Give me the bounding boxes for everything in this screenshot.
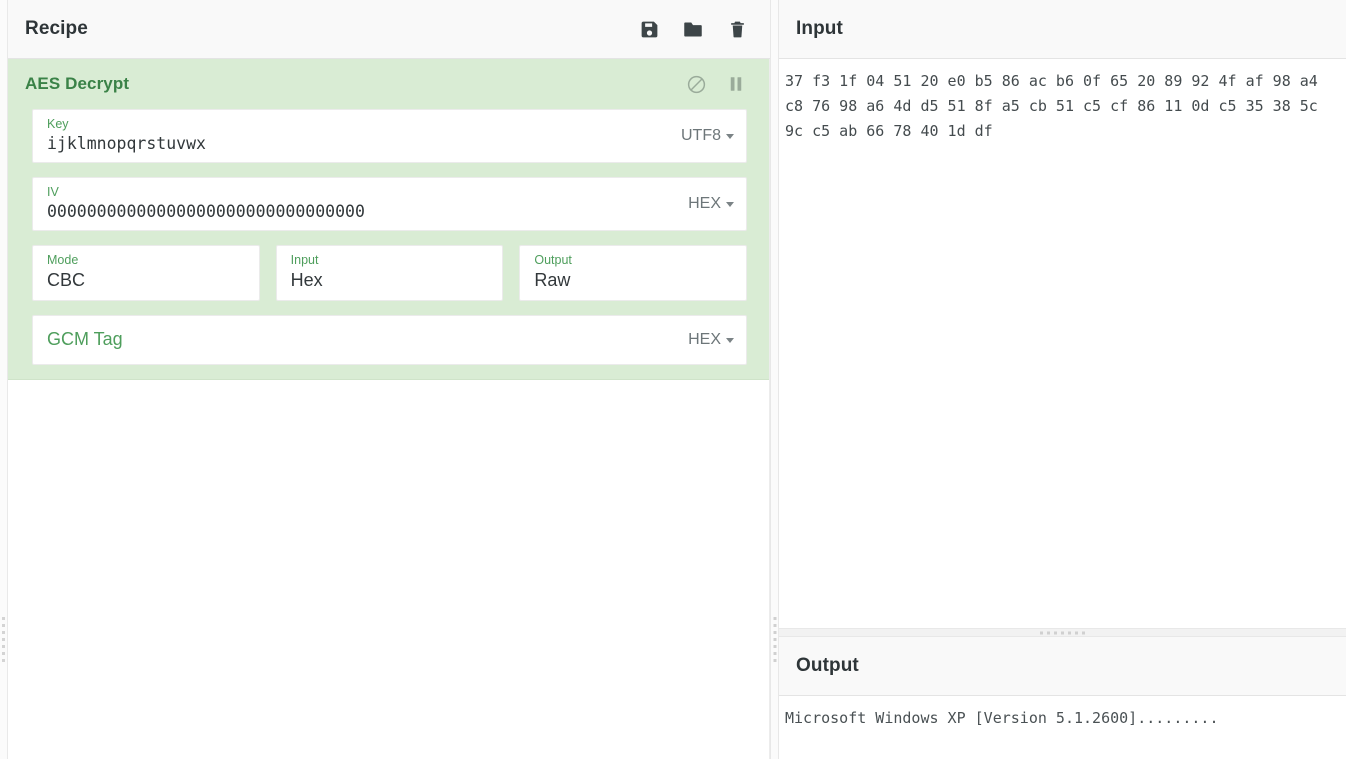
save-icon[interactable] <box>638 17 660 41</box>
arg-row-mode-input-output: Mode CBC Input Hex Output Raw <box>8 245 769 301</box>
operation-controls <box>685 73 747 95</box>
folder-icon[interactable] <box>682 17 704 41</box>
recipe-controls <box>638 17 748 41</box>
splitter-grip <box>773 617 776 663</box>
trash-icon[interactable] <box>726 17 748 41</box>
mode-field[interactable]: Mode CBC <box>32 245 260 301</box>
disable-operation-icon[interactable] <box>685 73 707 95</box>
output-type-field[interactable]: Output Raw <box>519 245 748 301</box>
recipe-title: Recipe <box>25 18 88 39</box>
output-title-bar: Output <box>779 637 1346 696</box>
key-field[interactable]: Key ijklmnopqrstuvwx UTF8 <box>32 109 747 163</box>
recipe-title-bar: Recipe <box>8 0 770 59</box>
output-type-value[interactable]: Raw <box>534 269 734 292</box>
iv-value[interactable]: 00000000000000000000000000000000 <box>47 201 672 222</box>
operation-title: AES Decrypt <box>25 74 130 93</box>
input-title: Input <box>796 18 843 39</box>
chevron-down-icon <box>726 133 734 139</box>
iv-label: IV <box>47 185 59 199</box>
cyberchef-app: Recipe AES Decrypt Key ijklmnopqrstuvwx … <box>0 0 1346 759</box>
operation-header: AES Decrypt <box>8 59 769 109</box>
recipe-pane: Recipe AES Decrypt Key ijklmnopqrstuvwx … <box>8 0 770 759</box>
input-type-value[interactable]: Hex <box>291 269 491 292</box>
input-type-field[interactable]: Input Hex <box>275 245 504 301</box>
splitter-grip <box>2 617 5 663</box>
left-gutter-splitter[interactable] <box>0 0 8 759</box>
gcm-tag-field[interactable]: GCM Tag HEX <box>32 315 747 365</box>
input-pane: Input 37 f3 1f 04 51 20 e0 b5 86 ac b6 0… <box>779 0 1346 628</box>
key-encoding-value: UTF8 <box>681 127 721 144</box>
io-column: Input 37 f3 1f 04 51 20 e0 b5 86 ac b6 0… <box>779 0 1346 759</box>
splitter-grip <box>1039 631 1086 634</box>
output-text: Microsoft Windows XP [Version 5.1.2600].… <box>785 709 1219 727</box>
iv-field[interactable]: IV 00000000000000000000000000000000 HEX <box>32 177 747 231</box>
chevron-down-icon <box>726 337 734 343</box>
iv-encoding-value: HEX <box>688 195 721 212</box>
input-text[interactable]: 37 f3 1f 04 51 20 e0 b5 86 ac b6 0f 65 2… <box>785 69 1334 144</box>
recipe-io-splitter[interactable] <box>770 0 779 759</box>
gcm-tag-label: GCM Tag <box>47 329 123 349</box>
key-value[interactable]: ijklmnopqrstuvwx <box>47 133 672 154</box>
input-type-label: Input <box>290 253 319 267</box>
arg-row-gcm-tag: GCM Tag HEX <box>8 315 769 365</box>
key-encoding-dropdown[interactable]: UTF8 <box>681 127 734 145</box>
operation-aes-decrypt[interactable]: AES Decrypt Key ijklmnopqrstuvwx UTF8 IV… <box>8 59 769 380</box>
chevron-down-icon <box>726 201 734 207</box>
output-title: Output <box>796 655 859 676</box>
output-type-label: Output <box>534 253 572 267</box>
input-title-bar: Input <box>779 0 1346 59</box>
output-pane: Output Microsoft Windows XP [Version 5.1… <box>779 637 1346 759</box>
recipe-operation-list[interactable]: AES Decrypt Key ijklmnopqrstuvwx UTF8 IV… <box>8 59 770 759</box>
input-textarea-wrapper[interactable]: 37 f3 1f 04 51 20 e0 b5 86 ac b6 0f 65 2… <box>779 59 1346 628</box>
output-textarea-wrapper[interactable]: Microsoft Windows XP [Version 5.1.2600].… <box>779 696 1346 759</box>
key-label: Key <box>47 117 69 131</box>
gcm-tag-encoding-value: HEX <box>688 331 721 348</box>
arg-row-key: Key ijklmnopqrstuvwx UTF8 <box>8 109 769 163</box>
iv-encoding-dropdown[interactable]: HEX <box>688 195 734 213</box>
mode-label: Mode <box>47 253 79 267</box>
pause-breakpoint-icon[interactable] <box>725 73 747 95</box>
mode-value[interactable]: CBC <box>47 269 247 292</box>
input-output-splitter[interactable] <box>779 628 1346 637</box>
gcm-tag-encoding-dropdown[interactable]: HEX <box>688 331 734 349</box>
arg-row-iv: IV 00000000000000000000000000000000 HEX <box>8 177 769 231</box>
